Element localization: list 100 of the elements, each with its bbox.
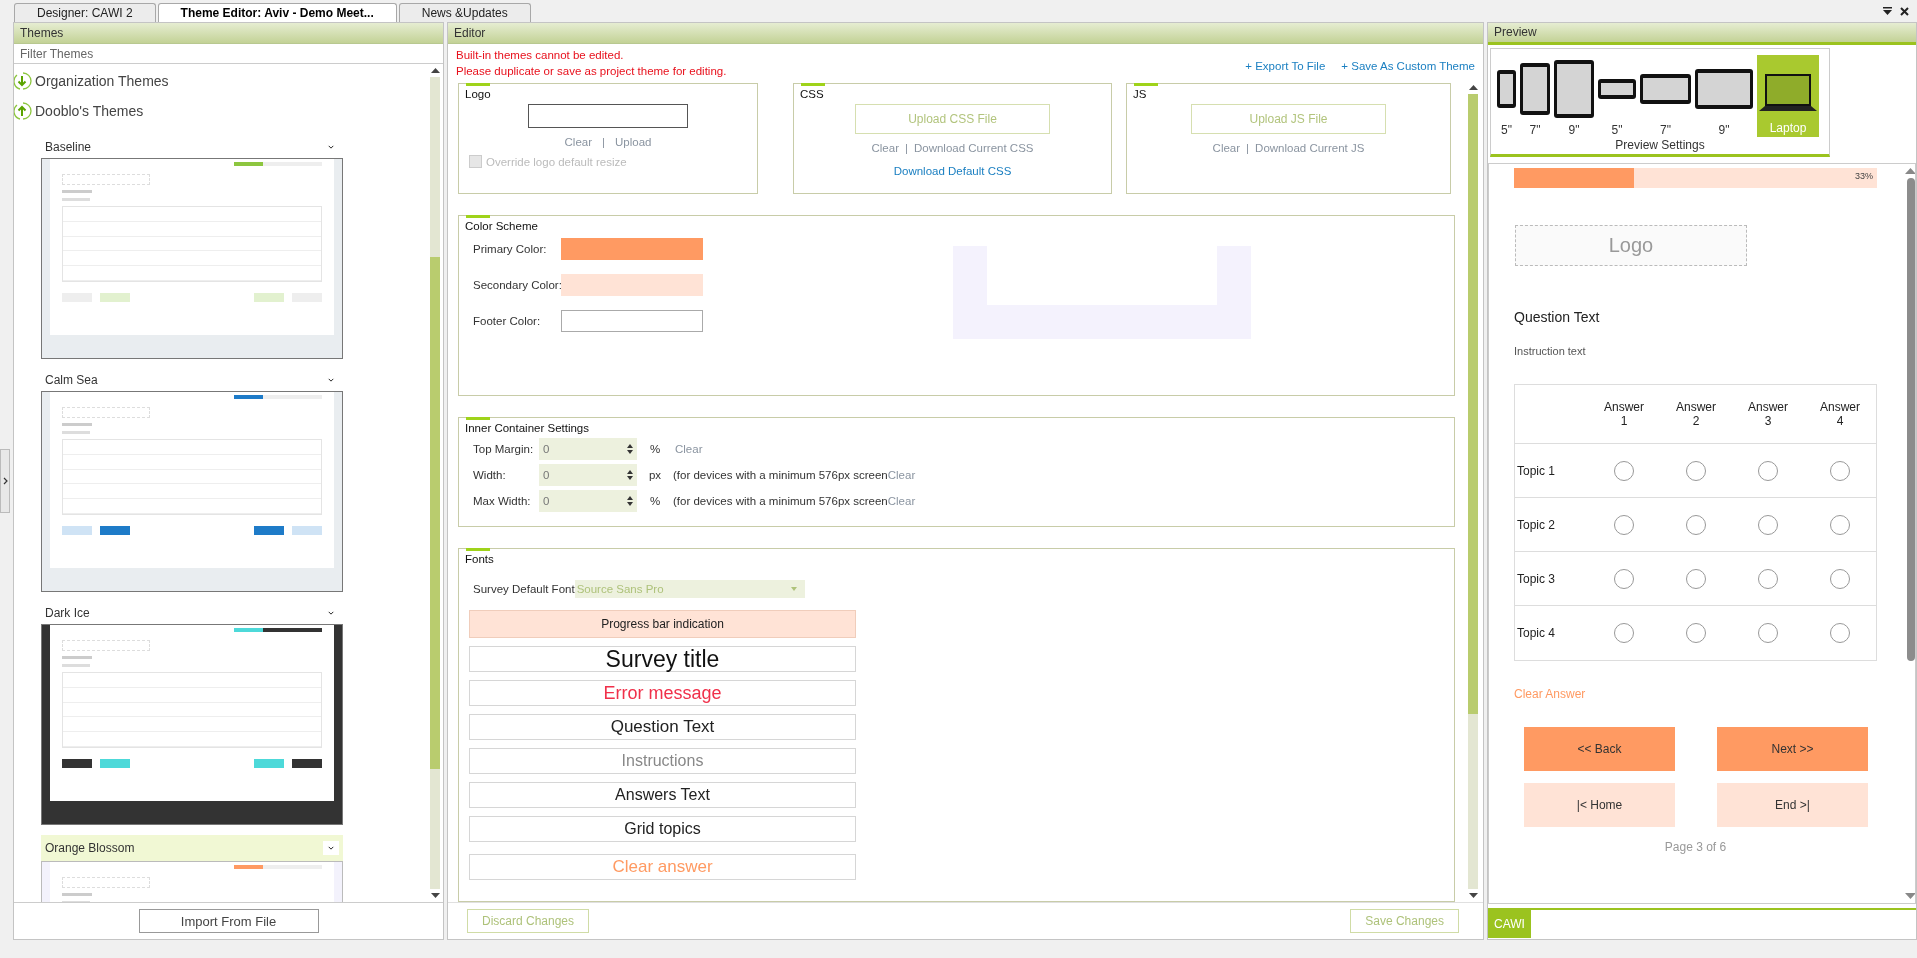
- radio-button[interactable]: [1758, 568, 1778, 589]
- row-label: Topic 2: [1515, 498, 1588, 552]
- theme-title-row[interactable]: Baseline: [41, 136, 343, 158]
- radio-button[interactable]: [1686, 460, 1706, 481]
- radio-button[interactable]: [1758, 623, 1778, 643]
- color-swatch[interactable]: [561, 238, 703, 260]
- device-option[interactable]: 5": [1598, 55, 1636, 137]
- nav-button[interactable]: |< Home: [1524, 783, 1675, 827]
- document-tab[interactable]: Designer: CAWI 2: [14, 3, 156, 22]
- download-link[interactable]: Download Default CSS: [893, 165, 1012, 177]
- scroll-up-icon[interactable]: [430, 68, 440, 73]
- radio-button[interactable]: [1758, 460, 1778, 481]
- radio-button[interactable]: [1830, 623, 1850, 643]
- radio-button[interactable]: [1686, 623, 1706, 643]
- radio-button[interactable]: [1758, 514, 1778, 535]
- device-option[interactable]: 9": [1554, 55, 1594, 137]
- scrollbar[interactable]: [1468, 94, 1478, 889]
- expand-handle[interactable]: [0, 449, 10, 513]
- logo-field[interactable]: [528, 104, 688, 128]
- scroll-up-icon[interactable]: [1468, 85, 1478, 90]
- theme-name: Dark Ice: [45, 606, 90, 620]
- color-swatch[interactable]: [561, 274, 703, 296]
- theme-name: Calm Sea: [45, 373, 98, 387]
- radio-button[interactable]: [1830, 460, 1850, 481]
- row-label: Topic 4: [1516, 625, 1557, 642]
- text-link[interactable]: Clear: [1212, 142, 1241, 154]
- theme-title-row[interactable]: Calm Sea: [41, 369, 343, 391]
- theme-title-row[interactable]: Dark Ice: [41, 602, 343, 624]
- nav-button[interactable]: End >|: [1717, 783, 1868, 827]
- scrollbar[interactable]: [430, 77, 440, 889]
- laptop-icon: [1759, 73, 1817, 113]
- number-field[interactable]: 0: [539, 464, 637, 486]
- text-link[interactable]: Download Current JS: [1255, 142, 1365, 154]
- radio-button[interactable]: [1614, 460, 1634, 481]
- radio-button[interactable]: [1614, 514, 1634, 535]
- color-swatch[interactable]: [561, 310, 703, 332]
- section-title: CSS: [800, 88, 825, 100]
- theme-group-label[interactable]: Organization Themes: [35, 73, 169, 89]
- column-header: Answer 3: [1732, 385, 1804, 444]
- number-field[interactable]: 0: [539, 438, 637, 460]
- font-sample[interactable]: Grid topics: [469, 816, 856, 842]
- unit-label: %: [648, 495, 662, 507]
- theme-group-label[interactable]: Dooblo's Themes: [35, 103, 144, 119]
- text-link[interactable]: Upload: [615, 136, 652, 148]
- section-title: Logo: [465, 88, 492, 100]
- separator: |: [904, 142, 908, 154]
- spinner-icon[interactable]: [627, 469, 633, 481]
- warning-text: Please duplicate or save as project theme for editing.: [456, 64, 727, 79]
- font-sample[interactable]: Survey title: [469, 646, 856, 672]
- radio-button[interactable]: [1830, 568, 1850, 589]
- chevron-down-icon[interactable]: [323, 841, 339, 855]
- text-link[interactable]: Clear: [871, 142, 899, 154]
- field-label: Width:: [472, 469, 507, 481]
- column-header: Answer 1: [1588, 385, 1660, 444]
- action-link[interactable]: + Export To File: [1245, 60, 1326, 72]
- spinner-icon[interactable]: [627, 495, 633, 507]
- device-option[interactable]: 5": [1497, 55, 1516, 137]
- checkbox-label: Override logo default resize: [486, 155, 627, 168]
- action-link[interactable]: + Save As Custom Theme: [1341, 60, 1475, 72]
- radio-button[interactable]: [1686, 514, 1706, 535]
- field-label: Footer Color:: [472, 315, 542, 327]
- clear-link[interactable]: Clear: [887, 495, 916, 507]
- font-sample[interactable]: Progress bar indication: [469, 610, 856, 638]
- font-sample[interactable]: Question Text: [469, 714, 856, 740]
- expand-arrow-icon[interactable]: [14, 72, 32, 90]
- import-button[interactable]: Import From File: [138, 909, 319, 933]
- theme-preview-drawing[interactable]: [41, 624, 343, 825]
- radio-button[interactable]: [1614, 623, 1634, 643]
- scroll-down-icon[interactable]: [1468, 893, 1478, 898]
- radio-button[interactable]: [1614, 568, 1634, 589]
- clear-link[interactable]: Clear: [887, 469, 916, 481]
- text-link[interactable]: Download Current CSS: [913, 142, 1034, 154]
- font-sample[interactable]: Error message: [469, 680, 856, 706]
- radio-button[interactable]: [1830, 514, 1850, 535]
- nav-button[interactable]: Next >>: [1717, 727, 1868, 771]
- field-label: Survey Default Font: [473, 583, 575, 595]
- clear-link[interactable]: Clear: [675, 443, 703, 455]
- dropdown-arrow-icon[interactable]: [790, 587, 797, 591]
- document-tab[interactable]: Theme Editor: Aviv - Demo Meet...: [157, 3, 397, 22]
- scroll-down-icon[interactable]: [430, 893, 440, 898]
- document-tab[interactable]: News &Updates: [398, 3, 531, 22]
- device-option[interactable]: 7": [1520, 55, 1550, 137]
- instruction-text: Instruction text: [1514, 345, 1587, 357]
- nav-button[interactable]: << Back: [1524, 727, 1675, 771]
- device-option[interactable]: 7": [1640, 55, 1691, 137]
- close-icon[interactable]: [1900, 6, 1909, 16]
- number-field[interactable]: 0: [539, 490, 637, 512]
- radio-button[interactable]: [1686, 568, 1706, 589]
- tablet-portrait-icon: [1554, 60, 1594, 118]
- font-sample[interactable]: Instructions: [469, 748, 856, 774]
- font-sample[interactable]: Answers Text: [469, 782, 856, 808]
- dropdown-icon[interactable]: [1883, 6, 1892, 15]
- text-link[interactable]: Clear: [564, 136, 592, 148]
- section-title: Color Scheme: [465, 220, 539, 232]
- theme-title-row[interactable]: Orange Blossom: [41, 835, 343, 861]
- collapse-arrow-icon[interactable]: [14, 102, 32, 120]
- row-label: Topic 1: [1515, 444, 1588, 498]
- spinner-icon[interactable]: [627, 443, 633, 455]
- field-label: Top Margin:: [472, 443, 535, 455]
- device-option[interactable]: 9": [1695, 55, 1753, 137]
